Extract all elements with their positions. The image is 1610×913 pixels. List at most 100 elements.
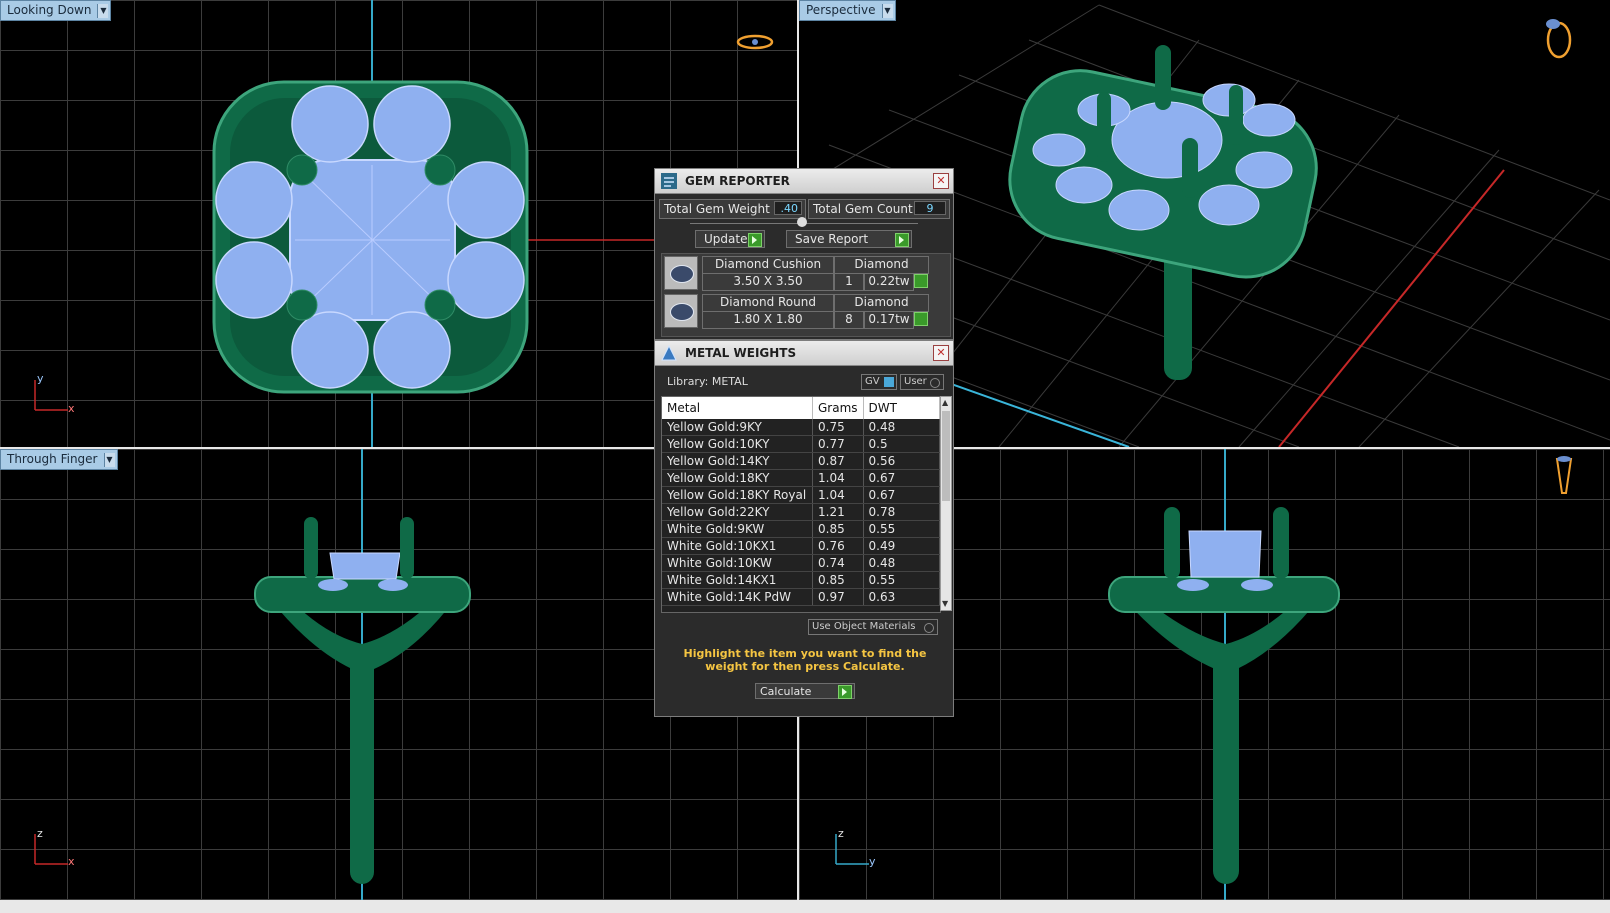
- update-button[interactable]: Update: [695, 230, 765, 248]
- metal-table: Metal Grams DWT Yellow Gold:9KY 0.75 0.48 Y…: [662, 397, 940, 606]
- table-cell-dwt: 0.48: [863, 419, 940, 436]
- table-cell-dwt: 0.67: [863, 486, 940, 504]
- play-icon: [838, 685, 852, 699]
- table-cell-dwt: 0.78: [863, 503, 940, 521]
- table-cell-metal: Yellow Gold:18KY Royal: [662, 486, 813, 504]
- close-button[interactable]: ✕: [933, 345, 949, 361]
- play-icon: [748, 233, 762, 247]
- list-item[interactable]: Diamond Cushion Diamond 3.50 X 3.50 1 0.…: [664, 256, 947, 291]
- gem-name: Diamond Cushion: [702, 256, 834, 274]
- gem-list: Diamond Cushion Diamond 3.50 X 3.50 1 0.…: [661, 253, 951, 337]
- axis-label-vertical: z: [838, 827, 844, 840]
- table-cell-dwt: 0.67: [863, 469, 940, 487]
- viewport-label: Perspective: [806, 3, 876, 17]
- user-toggle[interactable]: User: [900, 374, 944, 390]
- gem-report-icon: [661, 173, 677, 189]
- ring-orientation-icon: [736, 34, 774, 50]
- total-gem-weight-field: Total Gem Weight .40: [659, 199, 806, 219]
- scrollbar-thumb[interactable]: [942, 411, 950, 501]
- table-row[interactable]: Yellow Gold:10KY 0.77 0.5: [662, 435, 940, 453]
- gem-material: Diamond: [834, 256, 929, 274]
- table-row[interactable]: White Gold:10KW 0.74 0.48: [662, 554, 940, 572]
- table-cell-metal: White Gold:14KX1: [662, 571, 813, 589]
- table-row[interactable]: Yellow Gold:18KY 1.04 0.67: [662, 469, 940, 487]
- calculate-button[interactable]: Calculate: [755, 683, 855, 699]
- viewport-view-menu[interactable]: Looking Down ▼: [0, 0, 112, 21]
- metal-weights-panel: METAL WEIGHTS ✕ Library: METAL GV User M…: [654, 340, 954, 717]
- close-button[interactable]: ✕: [933, 173, 949, 189]
- scroll-up-icon[interactable]: ▲: [942, 398, 950, 408]
- scroll-down-icon[interactable]: ▼: [942, 599, 950, 609]
- table-row[interactable]: Yellow Gold:22KY 1.21 0.78: [662, 503, 940, 521]
- gv-label: GV: [865, 376, 880, 387]
- table-cell-grams: 0.87: [812, 452, 864, 470]
- play-icon[interactable]: [914, 274, 928, 288]
- collapse-arrow-icon[interactable]: [797, 217, 807, 227]
- table-cell-metal: Yellow Gold:10KY: [662, 435, 813, 453]
- table-row[interactable]: White Gold:9KW 0.85 0.55: [662, 520, 940, 538]
- list-item[interactable]: Diamond Round Diamond 1.80 X 1.80 8 0.17…: [664, 294, 947, 329]
- gem-reporter-titlebar[interactable]: GEM REPORTER ✕: [655, 169, 953, 194]
- gem-name: Diamond Round: [702, 294, 834, 312]
- table-row[interactable]: Yellow Gold:9KY 0.75 0.48: [662, 419, 940, 436]
- table-row[interactable]: Yellow Gold:18KY Royal 1.04 0.67: [662, 486, 940, 504]
- chevron-down-icon[interactable]: ▼: [881, 3, 893, 18]
- viewport-label: Through Finger: [7, 452, 98, 466]
- table-row[interactable]: Yellow Gold:14KY 0.87 0.56: [662, 452, 940, 470]
- column-header-grams[interactable]: Grams: [812, 397, 864, 419]
- total-weight-value: .40: [774, 201, 802, 215]
- viewport-label: Looking Down: [7, 3, 92, 17]
- gem-material: Diamond: [834, 294, 929, 312]
- metal-weights-titlebar[interactable]: METAL WEIGHTS ✕: [655, 341, 953, 366]
- chevron-down-icon[interactable]: ▼: [103, 452, 115, 467]
- calculate-label: Calculate: [760, 684, 812, 698]
- play-icon[interactable]: [914, 312, 928, 326]
- hint-text: Highlight the item you want to find the …: [683, 647, 927, 673]
- viewport-view-menu[interactable]: Perspective ▼: [799, 0, 896, 21]
- gem-thumbnail: [664, 294, 698, 328]
- radio-icon: [930, 378, 940, 388]
- table-cell-grams: 1.04: [812, 486, 864, 504]
- axis-label-horizontal: y: [869, 855, 876, 868]
- gem-thumbnail: [664, 256, 698, 290]
- table-row[interactable]: White Gold:14KX1 0.85 0.55: [662, 571, 940, 589]
- viewport-view-menu[interactable]: Through Finger ▼: [0, 449, 118, 470]
- scrollbar[interactable]: ▲ ▼: [940, 396, 952, 611]
- metal-table-container: Metal Grams DWT Yellow Gold:9KY 0.75 0.48 Y…: [661, 396, 941, 613]
- ring-orientation-icon: [1546, 19, 1572, 59]
- gv-toggle[interactable]: GV: [861, 374, 897, 390]
- library-label: Library: METAL: [667, 375, 748, 388]
- gem-size: 1.80 X 1.80: [702, 311, 834, 329]
- user-label: User: [904, 376, 927, 387]
- table-cell-grams: 1.21: [812, 503, 864, 521]
- use-object-materials-toggle[interactable]: Use Object Materials: [808, 619, 938, 635]
- chevron-down-icon[interactable]: ▼: [97, 3, 109, 18]
- table-row[interactable]: White Gold:10KX1 0.76 0.49: [662, 537, 940, 555]
- table-cell-metal: Yellow Gold:18KY: [662, 469, 813, 487]
- total-count-value: 9: [914, 201, 946, 215]
- info-icon: [884, 377, 894, 387]
- save-report-button[interactable]: Save Report: [786, 230, 912, 248]
- gem-weight: 0.17tw: [864, 311, 914, 329]
- table-row[interactable]: White Gold:14K PdW 0.97 0.63: [662, 588, 940, 606]
- gem-weight: 0.22tw: [864, 273, 914, 291]
- table-cell-grams: 1.04: [812, 469, 864, 487]
- table-cell-dwt: 0.49: [863, 537, 940, 555]
- save-report-label: Save Report: [795, 232, 869, 246]
- column-header-dwt[interactable]: DWT: [863, 397, 940, 419]
- radio-icon: [924, 623, 934, 633]
- play-icon: [895, 233, 909, 247]
- column-header-metal[interactable]: Metal: [662, 397, 813, 419]
- table-cell-grams: 0.77: [812, 435, 864, 453]
- table-header-row: Metal Grams DWT: [662, 397, 940, 419]
- axis-label-vertical: z: [37, 827, 43, 840]
- update-label: Update: [704, 232, 748, 246]
- table-cell-grams: 0.74: [812, 554, 864, 572]
- table-cell-metal: White Gold:10KW: [662, 554, 813, 572]
- table-cell-dwt: 0.55: [863, 571, 940, 589]
- table-cell-grams: 0.75: [812, 419, 864, 436]
- table-cell-dwt: 0.63: [863, 588, 940, 606]
- metal-table-body: Yellow Gold:9KY 0.75 0.48 Yellow Gold:10KY 0…: [662, 419, 940, 606]
- table-cell-metal: White Gold:14K PdW: [662, 588, 813, 606]
- gem-reporter-panel: GEM REPORTER ✕ Total Gem Weight .40 Tota…: [654, 168, 954, 340]
